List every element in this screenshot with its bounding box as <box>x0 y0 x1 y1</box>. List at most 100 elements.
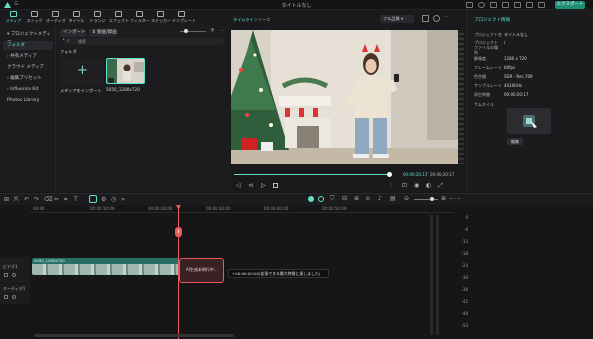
toolbar-text-button[interactable]: タイトル <box>67 11 86 24</box>
timeline-scrollbar[interactable] <box>34 334 234 337</box>
settings-icon[interactable] <box>538 2 545 8</box>
text-icon[interactable]: T <box>74 196 78 203</box>
tab-source[interactable]: ソース <box>258 17 270 23</box>
volume-icon[interactable]: ◐ <box>426 182 431 189</box>
more-tools-icon[interactable]: » <box>121 196 125 203</box>
audio-track-label: オーディオ1 <box>3 286 26 291</box>
snapshot-icon[interactable] <box>422 15 429 22</box>
speed-icon[interactable]: ◷ <box>111 196 116 203</box>
thumbnail-preview[interactable] <box>507 108 551 134</box>
nav-folder[interactable]: フォルダ <box>3 41 53 50</box>
notification-icon[interactable] <box>502 2 509 8</box>
timeline-view-menu[interactable]: ー・ー <box>449 196 461 202</box>
properties-panel: プロジェクト情報 プロジェクト名 タイトルなし プロジェクトファイルの場所 / 解像… <box>466 10 593 192</box>
prop-project-name: プロジェクト名 タイトルなし <box>474 32 528 37</box>
fullscreen-icon[interactable]: ⤢ <box>438 182 443 190</box>
caption-icon[interactable]: ▤ <box>390 195 396 202</box>
prop-duration: 再生時間 00:00:20:17 <box>474 92 529 97</box>
filter-icon <box>136 11 143 17</box>
toolbar-label: ストック <box>26 18 43 23</box>
timeline-zoom-slider[interactable] <box>414 199 438 200</box>
toolbar-music-button[interactable]: オーディオ <box>46 11 66 24</box>
split-icon[interactable]: ⊟ <box>342 195 347 202</box>
toolbar-transition-button[interactable]: トランジ <box>88 11 107 24</box>
eye-icon[interactable] <box>12 273 16 277</box>
ai-clip-label: AI生成本例行中... <box>186 267 218 272</box>
record-button[interactable]: ⬇ 動画/録画 <box>89 29 117 37</box>
marker-add-icon[interactable]: ⊕ <box>354 195 359 202</box>
lock-icon[interactable] <box>4 295 8 299</box>
playhead-line[interactable] <box>178 205 179 339</box>
adjust-icon[interactable]: ⚙ <box>101 196 106 203</box>
window-mode-icon[interactable] <box>526 2 533 8</box>
edit-thumbnail-button[interactable]: 編集 <box>507 138 523 145</box>
quality-select[interactable]: フル品質 ▾ <box>380 15 414 23</box>
zoom-out-icon[interactable]: ⊖ <box>404 195 409 202</box>
crop-icon[interactable]: ⌗ <box>64 196 67 204</box>
nav-project-media[interactable]: ▾ プロジェクトメディア <box>3 30 53 46</box>
nav-cloud-media[interactable]: クラウド メディア <box>3 63 53 72</box>
slider-handle[interactable] <box>184 29 188 33</box>
more-icon[interactable]: ⋯ <box>444 14 449 20</box>
render-icon[interactable] <box>308 196 314 202</box>
progress-handle[interactable] <box>387 172 392 177</box>
nav-influence-kit[interactable]: › Influence Kit <box>3 85 53 94</box>
properties-header: プロジェクト情報 <box>474 18 510 23</box>
account-icon[interactable] <box>478 2 485 8</box>
audio-icon[interactable]: ♪ <box>378 195 382 202</box>
layout-icon[interactable]: ⊞ <box>4 196 9 203</box>
zoom-icon[interactable] <box>433 15 440 22</box>
filter-icon[interactable]: ⧩ <box>210 28 214 34</box>
delete-icon[interactable]: ⌫ <box>44 196 52 203</box>
tab-timeline[interactable]: タイムライン <box>233 17 258 23</box>
time-ruler[interactable]: 00:00 00:00:10:00 00:00:20:00 00:00:30:0… <box>30 205 454 213</box>
play-icon[interactable]: ▷ <box>261 182 266 189</box>
search-input[interactable]: 検索 <box>64 38 224 45</box>
camera-icon[interactable]: ◉ <box>414 182 419 189</box>
cloud-icon[interactable] <box>490 2 497 8</box>
toolbar-sticker-button[interactable]: ステッカー <box>151 11 171 24</box>
cursor-icon[interactable]: ⇱ <box>14 196 19 203</box>
media-clip-thumbnail[interactable] <box>106 58 145 84</box>
clip-icon[interactable]: ⊡ <box>402 182 407 189</box>
nav-edit-presets[interactable]: › 編集プリセット <box>3 74 53 83</box>
mute-icon[interactable] <box>12 295 16 299</box>
nav-shared-media[interactable]: › 共有メディア <box>3 52 53 61</box>
toolbar-label: フィルター <box>130 18 150 23</box>
ai-generating-clip[interactable]: AI生成本例行中... <box>179 258 224 283</box>
zoom-in-icon[interactable]: ⊕ <box>441 195 446 202</box>
more-icon[interactable]: ⋯ <box>219 28 224 34</box>
cut-icon[interactable]: ✂ <box>54 196 59 203</box>
snap-icon[interactable] <box>318 196 324 202</box>
toolbar-effects-button[interactable]: エフェクト <box>109 11 129 24</box>
shield-icon[interactable]: ⛉ <box>330 195 335 203</box>
video-clip-name: 5050_1280x720 <box>34 258 65 263</box>
import-media-card[interactable]: + <box>60 58 104 86</box>
playback-progress[interactable] <box>234 174 389 175</box>
plus-icon: + <box>77 63 88 78</box>
step-back-icon[interactable]: ⊲ <box>248 182 253 189</box>
video-clip[interactable]: 5050_1280x720 <box>32 258 179 275</box>
mic-icon[interactable]: ⍝ <box>366 195 370 203</box>
toolbar-media-button[interactable]: メディア <box>4 11 23 24</box>
toolbar-template-button[interactable]: テンプレート <box>172 11 196 24</box>
zoom-slider-handle[interactable] <box>430 197 434 201</box>
ai-tool-icon[interactable] <box>89 195 97 203</box>
redo-icon[interactable]: ↷ <box>34 196 39 203</box>
layout-icon[interactable] <box>514 2 521 8</box>
playhead-marker[interactable]: Ⅱ <box>175 227 182 237</box>
export-button[interactable]: エクスポート <box>555 1 585 9</box>
import-button[interactable]: インポート ▾ <box>60 29 86 43</box>
prev-frame-icon[interactable]: ◁ <box>236 182 241 189</box>
toolbar-filter-button[interactable]: フィルター <box>130 11 150 24</box>
toolbar-stock-button[interactable]: ストック <box>25 11 44 24</box>
stop-icon[interactable] <box>273 183 278 188</box>
sticker-icon <box>157 11 164 17</box>
prop-frame-rate: フレームレート 60fps <box>474 65 516 70</box>
clip-thumbnails <box>32 264 179 275</box>
undo-icon[interactable]: ↶ <box>24 196 29 203</box>
nav-photos-library[interactable]: Photos Library <box>3 96 53 105</box>
lock-icon[interactable] <box>4 273 8 277</box>
screen-icon[interactable] <box>466 2 473 8</box>
marker-icon[interactable]: ⫶ <box>390 182 392 190</box>
